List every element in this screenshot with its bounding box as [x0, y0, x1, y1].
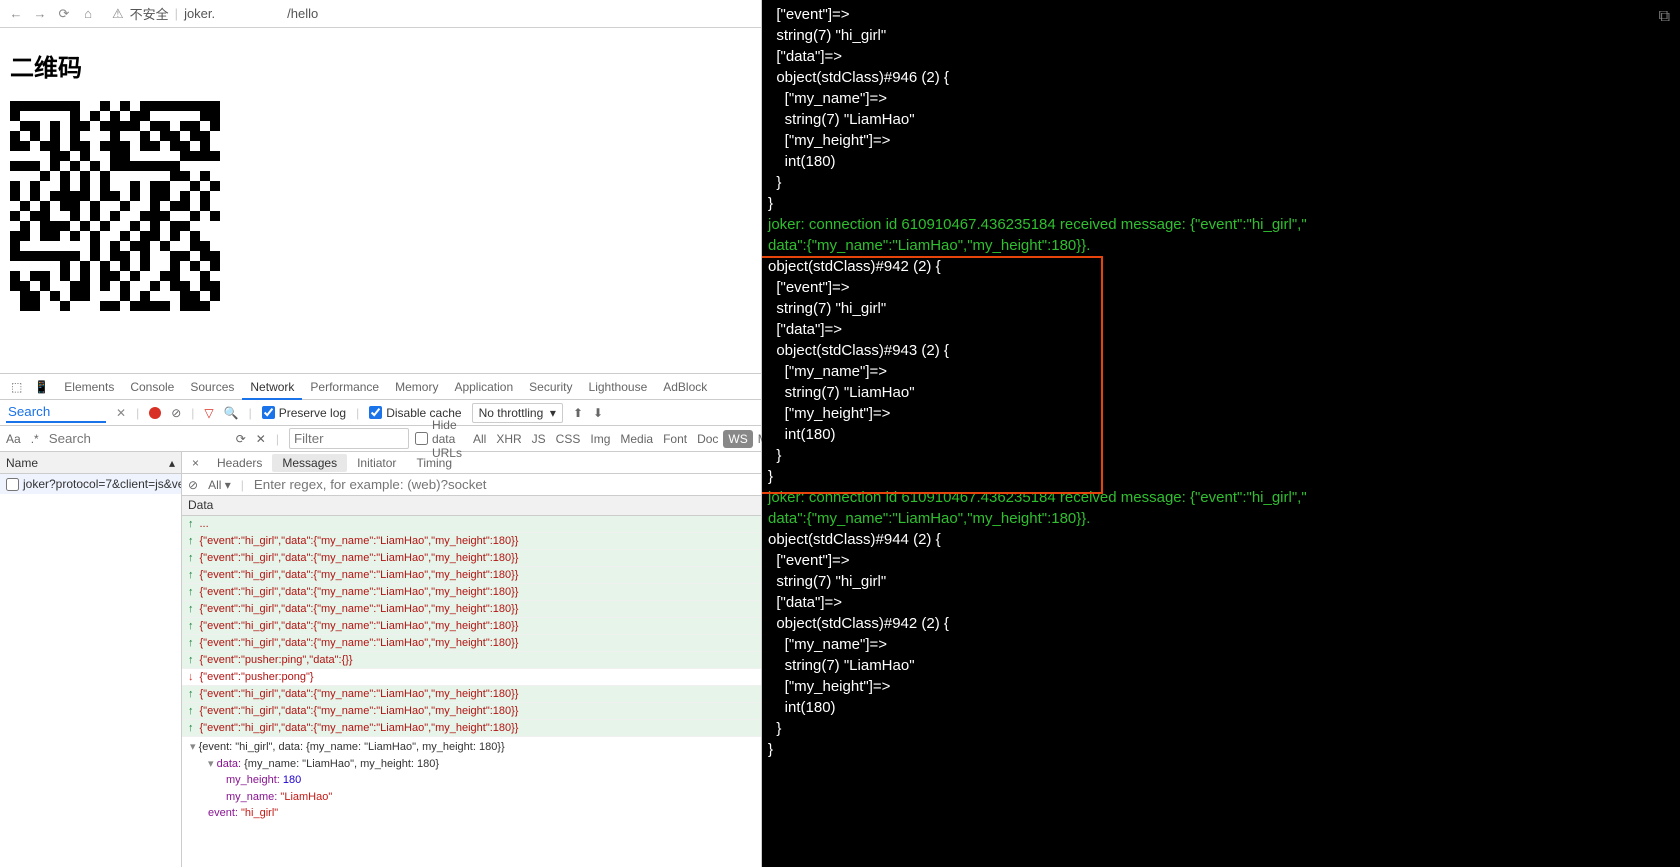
regex-filter-input[interactable]: [254, 477, 755, 492]
devtools-panel: ⬚ 📱 ElementsConsoleSourcesNetworkPerform…: [0, 373, 761, 867]
direction-filter[interactable]: All ▾: [208, 478, 231, 492]
tab-lighthouse[interactable]: Lighthouse: [581, 376, 656, 398]
detail-tab-headers[interactable]: Headers: [207, 454, 272, 472]
page-heading: 二维码: [10, 48, 751, 83]
request-detail: × HeadersMessagesInitiatorTiming ⊘ All ▾…: [182, 452, 761, 867]
close-icon[interactable]: ×: [186, 456, 205, 470]
ws-message[interactable]: ↑{"event":"hi_girl","data":{"my_name":"L…: [182, 601, 761, 618]
ws-message[interactable]: ↑{"event":"hi_girl","data":{"my_name":"L…: [182, 720, 761, 737]
record-button[interactable]: [149, 407, 161, 419]
qr-code: [10, 101, 220, 311]
ws-message[interactable]: ↑{"event":"hi_girl","data":{"my_name":"L…: [182, 703, 761, 720]
detail-tab-initiator[interactable]: Initiator: [347, 454, 406, 472]
ws-message[interactable]: ↑...: [182, 516, 761, 533]
tab-sources[interactable]: Sources: [182, 376, 242, 398]
tab-security[interactable]: Security: [521, 376, 580, 398]
clear-icon[interactable]: ⊘: [171, 406, 181, 420]
tab-elements[interactable]: Elements: [56, 376, 122, 398]
clear-messages-icon[interactable]: ⊘: [188, 478, 198, 492]
filter-icon[interactable]: ▽: [204, 406, 213, 420]
filter-doc[interactable]: Doc: [692, 430, 723, 448]
ws-message[interactable]: ↑{"event":"hi_girl","data":{"my_name":"L…: [182, 686, 761, 703]
filter-ws[interactable]: WS: [723, 430, 752, 448]
message-filter-bar: ⊘ All ▾ |: [182, 474, 761, 496]
clear-search-icon[interactable]: ✕: [116, 406, 126, 420]
ws-message[interactable]: ↓{"event":"pusher:pong"}: [182, 669, 761, 686]
ws-message[interactable]: ↑{"event":"pusher:ping","data":{}}: [182, 652, 761, 669]
url-host: joker.: [184, 6, 215, 21]
refresh-icon[interactable]: ⟳: [236, 432, 246, 446]
filter-css[interactable]: CSS: [551, 430, 586, 448]
page-content: 二维码: [0, 28, 761, 373]
filter-font[interactable]: Font: [658, 430, 692, 448]
filter-js[interactable]: JS: [527, 430, 551, 448]
search-input[interactable]: [6, 402, 106, 423]
messages-list: ↑...↑{"event":"hi_girl","data":{"my_name…: [182, 516, 761, 867]
tab-network[interactable]: Network: [242, 376, 302, 400]
search-icon[interactable]: 🔍: [224, 406, 239, 420]
insecure-label: 不安全: [130, 4, 169, 23]
devtools-tabs: ⬚ 📱 ElementsConsoleSourcesNetworkPerform…: [0, 374, 761, 400]
device-icon[interactable]: 📱: [29, 380, 54, 394]
search2-input[interactable]: [49, 431, 226, 446]
terminal-panel: ⧉ ["event"]=> string(7) "hi_girl" ["data…: [762, 0, 1680, 867]
filter-img[interactable]: Img: [585, 430, 615, 448]
url-field[interactable]: ⚠ 不安全 | joker. /hello: [104, 4, 753, 23]
detail-tab-messages[interactable]: Messages: [272, 454, 347, 472]
filter-media[interactable]: Media: [615, 430, 658, 448]
ws-message[interactable]: ↑{"event":"hi_girl","data":{"my_name":"L…: [182, 550, 761, 567]
tab-application[interactable]: Application: [446, 376, 521, 398]
tab-performance[interactable]: Performance: [302, 376, 387, 398]
filter-bar: Aa .* ⟳ ✕ | Hide data URLs AllXHRJSCSSIm…: [0, 426, 761, 452]
ws-message[interactable]: ↑{"event":"hi_girl","data":{"my_name":"L…: [182, 584, 761, 601]
detail-tab-timing[interactable]: Timing: [406, 454, 462, 472]
back-icon[interactable]: ←: [8, 6, 24, 21]
ws-message[interactable]: ↑{"event":"hi_girl","data":{"my_name":"L…: [182, 533, 761, 550]
filter-all[interactable]: All: [468, 430, 491, 448]
warning-icon: ⚠: [112, 6, 124, 22]
filter-input[interactable]: [289, 428, 409, 449]
request-row[interactable]: joker?protocol=7&client=js&versio...: [0, 474, 181, 494]
tab-adblock[interactable]: AdBlock: [655, 376, 715, 398]
reload-icon[interactable]: ⟳: [56, 6, 72, 22]
url-path: /hello: [287, 6, 318, 21]
clear2-icon[interactable]: ✕: [256, 432, 266, 446]
detail-tabs: × HeadersMessagesInitiatorTiming: [182, 452, 761, 474]
ws-message[interactable]: ↑{"event":"hi_girl","data":{"my_name":"L…: [182, 635, 761, 652]
forward-icon[interactable]: →: [32, 6, 48, 21]
tab-memory[interactable]: Memory: [387, 376, 446, 398]
home-icon[interactable]: ⌂: [80, 6, 96, 21]
tab-console[interactable]: Console: [122, 376, 182, 398]
expanded-message: ▾ {event: "hi_girl", data: {my_name: "Li…: [182, 737, 761, 824]
names-header[interactable]: Name▴: [0, 452, 181, 474]
inspect-icon[interactable]: ⬚: [6, 380, 27, 394]
ws-message[interactable]: ↑{"event":"hi_girl","data":{"my_name":"L…: [182, 567, 761, 584]
ws-message[interactable]: ↑{"event":"hi_girl","data":{"my_name":"L…: [182, 618, 761, 635]
aa-icon[interactable]: Aa: [6, 432, 21, 446]
request-list: Name▴ joker?protocol=7&client=js&versio.…: [0, 452, 182, 867]
filter-xhr[interactable]: XHR: [491, 430, 526, 448]
data-header: Data: [182, 496, 761, 516]
external-link-icon[interactable]: ⧉: [1659, 6, 1670, 28]
regex-toggle[interactable]: .*: [31, 432, 39, 446]
address-bar: ← → ⟳ ⌂ ⚠ 不安全 | joker. /hello: [0, 0, 761, 28]
